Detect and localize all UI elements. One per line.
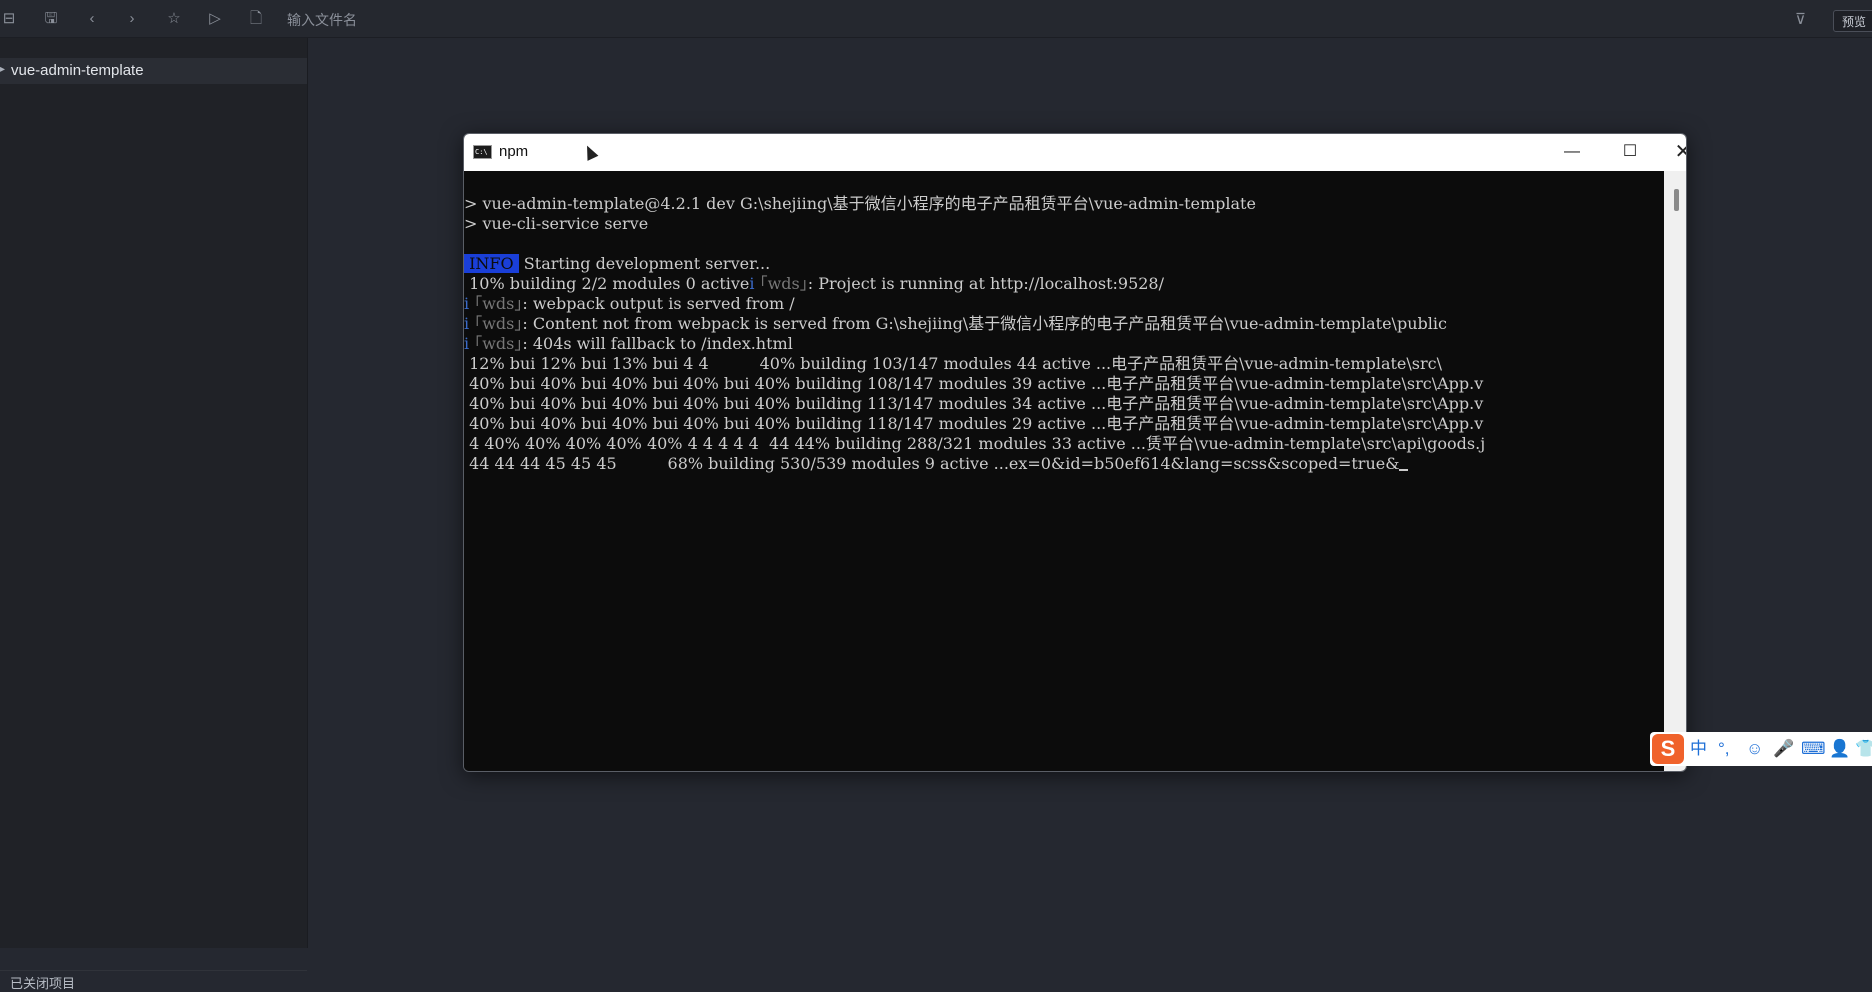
maximize-icon[interactable]: ☐ — [1601, 134, 1659, 171]
window-title: npm — [499, 143, 529, 160]
play-icon[interactable]: ▷ — [206, 10, 224, 28]
info-badge: INFO — [464, 254, 519, 273]
npm-terminal-window: C:\ npm — ☐ ✕ > vue-admin-template@4.2.1… — [463, 133, 1687, 772]
emoji-icon[interactable]: ☺ — [1746, 739, 1763, 759]
window-titlebar[interactable]: C:\ npm — ☐ ✕ — [464, 134, 1686, 171]
terminal-line: 40% bui 40% bui 40% bui 40% bui 40% buil… — [464, 414, 1484, 433]
terminal-line: INFO Starting development server... — [464, 254, 771, 273]
sogou-logo-icon[interactable]: S — [1652, 734, 1684, 764]
keyboard-icon[interactable]: ⌨ — [1801, 739, 1826, 759]
chevron-right-icon[interactable]: ▸ — [0, 64, 5, 75]
project-tree-item[interactable]: ▸ vue-admin-template — [0, 58, 307, 84]
terminal-icon: C:\ — [473, 145, 492, 159]
text-cursor — [1399, 469, 1409, 471]
skin-icon[interactable]: 👕 — [1855, 739, 1872, 759]
terminal-line: i ｢wds｣: Content not from webpack is ser… — [464, 314, 1447, 333]
terminal-line: i ｢wds｣: 404s will fallback to /index.ht… — [464, 334, 793, 353]
terminal-line: > vue-cli-service serve — [464, 214, 649, 233]
terminal-line: 40% bui 40% bui 40% bui 40% bui 40% buil… — [464, 374, 1484, 393]
close-window-icon[interactable]: ✕ — [1654, 134, 1686, 171]
terminal-line: 10% building 2/2 modules 0 activei ｢wds｣… — [464, 274, 1164, 293]
closed-projects-section[interactable]: 已关闭项目 — [0, 970, 307, 991]
user-icon[interactable]: 👤 — [1829, 739, 1850, 759]
search-input[interactable]: 输入文件名 — [287, 10, 357, 30]
closed-projects-label: 已关闭项目 — [10, 976, 76, 991]
terminal-output[interactable]: > vue-admin-template@4.2.1 dev G:\shejii… — [464, 171, 1664, 771]
terminal-line: > vue-admin-template@4.2.1 dev G:\shejii… — [464, 194, 1256, 213]
minimize-icon[interactable]: — — [1543, 134, 1601, 171]
star-icon[interactable]: ☆ — [165, 10, 183, 28]
terminal-line: 4 40% 40% 40% 40% 40% 4 4 4 4 4 44 44% b… — [464, 434, 1486, 453]
back-icon[interactable]: ‹ — [83, 10, 101, 28]
ime-toolbar: S 中 °, ☺ 🎤 ⌨ 👤 👕 — [1650, 732, 1872, 766]
save-icon[interactable]: 🖫 — [42, 10, 60, 28]
scrollbar-thumb[interactable] — [1674, 189, 1679, 211]
chinese-mode-icon[interactable]: 中 — [1690, 739, 1707, 759]
top-toolbar: ⊟ 🖫 ‹ › ☆ ▷ 🗋 输入文件名 ⊽ 预览 — [0, 0, 1872, 38]
project-sidebar: ▸ vue-admin-template 已关闭项目 — [0, 38, 308, 991]
terminal-line: 12% bui 12% bui 13% bui 4 4 40% building… — [464, 354, 1443, 373]
punctuation-icon[interactable]: °, — [1718, 739, 1730, 759]
close-icon[interactable]: ⊟ — [0, 10, 18, 28]
terminal-line: 40% bui 40% bui 40% bui 40% bui 40% buil… — [464, 394, 1484, 413]
preview-button[interactable]: 预览 — [1833, 10, 1872, 32]
microphone-icon[interactable]: 🎤 — [1773, 739, 1794, 759]
project-label: vue-admin-template — [11, 62, 144, 79]
terminal-line: 44 44 44 45 45 45 68% building 530/539 m… — [464, 454, 1409, 474]
scrollbar[interactable] — [1664, 171, 1686, 771]
terminal-line: i ｢wds｣: webpack output is served from / — [464, 294, 795, 313]
file-search-icon[interactable]: 🗋 — [247, 10, 265, 28]
forward-icon[interactable]: › — [123, 10, 141, 28]
filter-icon[interactable]: ⊽ — [1795, 10, 1806, 28]
